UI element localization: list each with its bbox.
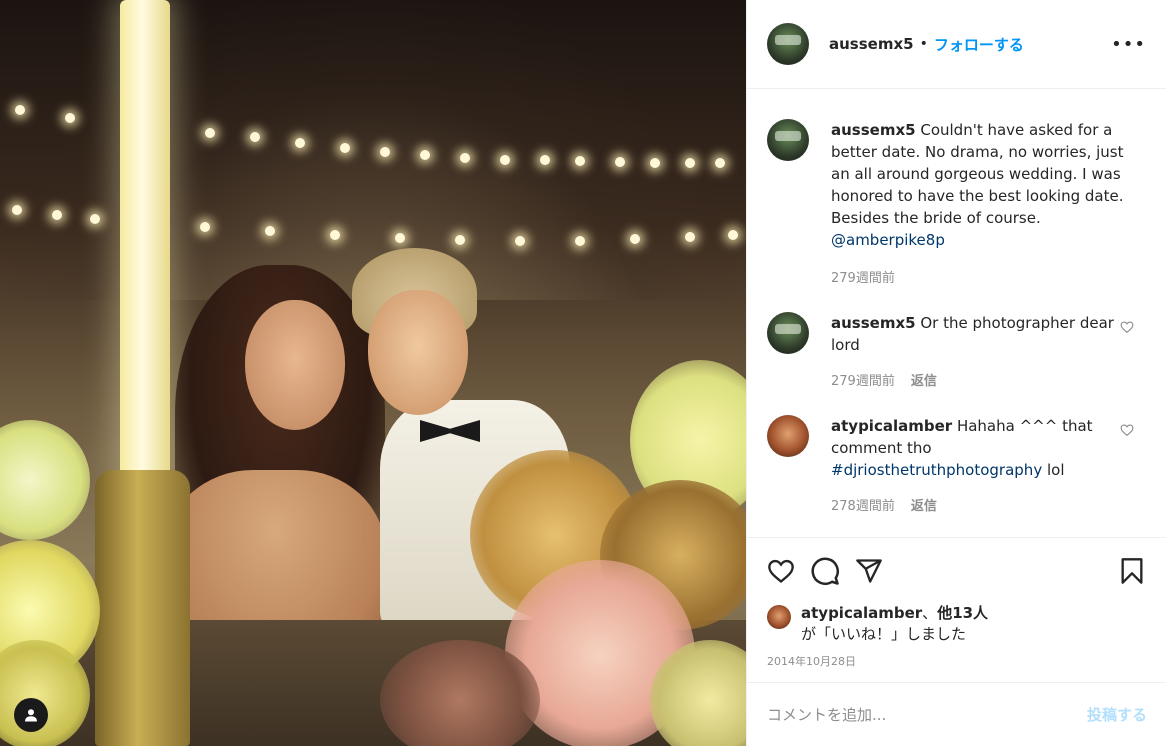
more-options-icon[interactable]: •••: [1111, 34, 1146, 55]
string-light: [250, 132, 260, 142]
string-light: [650, 158, 660, 168]
string-light: [295, 138, 305, 148]
commenter-username[interactable]: atypicalamber: [831, 417, 952, 435]
string-light: [575, 236, 585, 246]
action-bar: [747, 537, 1166, 603]
string-light: [540, 155, 550, 165]
string-light: [90, 214, 100, 224]
share-button[interactable]: [853, 555, 885, 587]
commenter-avatar[interactable]: [767, 312, 809, 354]
reply-button[interactable]: 返信: [911, 370, 937, 389]
post-sidebar: aussemx5 • フォローする ••• aussemx5 Couldn't …: [746, 0, 1166, 746]
string-light: [460, 153, 470, 163]
add-comment-bar: 投稿する: [747, 682, 1166, 746]
comment-input[interactable]: [767, 705, 1087, 724]
string-light: [380, 147, 390, 157]
string-light: [420, 150, 430, 160]
hashtag-link[interactable]: #djriosthetruthphotography: [831, 461, 1042, 479]
string-light: [455, 235, 465, 245]
comments-list[interactable]: aussemx5 Couldn't have asked for a bette…: [747, 89, 1166, 537]
commenter-username[interactable]: aussemx5: [831, 314, 916, 332]
comment-timestamp[interactable]: 279週間前: [831, 267, 895, 286]
caption: aussemx5 Couldn't have asked for a bette…: [767, 119, 1146, 286]
candle: [120, 0, 170, 480]
comment-timestamp[interactable]: 278週間前: [831, 495, 895, 514]
string-light: [685, 232, 695, 242]
likes-separator: 、: [922, 604, 938, 622]
string-light: [12, 205, 22, 215]
user-icon: [25, 709, 37, 722]
string-light: [715, 158, 725, 168]
man-face: [368, 290, 468, 415]
string-light: [395, 233, 405, 243]
follow-button[interactable]: フォローする: [934, 34, 1024, 55]
candle-holder: [95, 470, 190, 746]
string-light: [330, 230, 340, 240]
like-comment-heart-icon[interactable]: [1120, 423, 1134, 437]
string-light: [265, 226, 275, 236]
flower: [0, 420, 90, 540]
likes-others-link[interactable]: 他13人: [937, 604, 988, 622]
save-button[interactable]: [1116, 555, 1148, 587]
commenter-username[interactable]: aussemx5: [831, 121, 916, 139]
string-light: [630, 234, 640, 244]
likes-suffix: が「いいね！」しました: [801, 625, 967, 643]
string-light: [65, 113, 75, 123]
string-light: [200, 222, 210, 232]
string-light: [515, 236, 525, 246]
string-light: [15, 105, 25, 115]
like-comment-heart-icon[interactable]: [1120, 320, 1134, 334]
post-photo[interactable]: [0, 0, 746, 746]
bookmark-icon: [1121, 557, 1143, 584]
comment-item: aussemx5 Or the photographer dear lord 2…: [767, 312, 1146, 389]
mention-link[interactable]: @amberpike8p: [831, 231, 945, 249]
comment-button[interactable]: [809, 555, 841, 587]
liker-avatar[interactable]: [767, 605, 791, 629]
string-light: [500, 155, 510, 165]
post-comment-button[interactable]: 投稿する: [1087, 704, 1147, 725]
commenter-avatar[interactable]: [767, 119, 809, 161]
string-light: [685, 158, 695, 168]
tent-canopy: [0, 0, 746, 300]
liker-username[interactable]: atypicalamber: [801, 604, 922, 622]
comment-item: atypicalamber Hahaha ^^^ that comment th…: [767, 415, 1146, 514]
comment-suffix: lol: [1046, 461, 1065, 479]
author-username[interactable]: aussemx5: [829, 35, 914, 53]
tagged-people-button[interactable]: [14, 698, 48, 732]
like-button[interactable]: [765, 555, 797, 587]
likes-summary: atypicalamber、他13人 が「いいね！」しました: [747, 603, 1166, 645]
commenter-avatar[interactable]: [767, 415, 809, 457]
string-light: [728, 230, 738, 240]
string-light: [340, 143, 350, 153]
separator-dot: •: [919, 36, 928, 52]
post-date[interactable]: 2014年10月28日: [747, 645, 1166, 669]
reply-button[interactable]: 返信: [911, 495, 937, 514]
string-light: [52, 210, 62, 220]
comment-timestamp[interactable]: 279週間前: [831, 370, 895, 389]
string-light: [205, 128, 215, 138]
string-light: [575, 156, 585, 166]
author-avatar[interactable]: [767, 23, 809, 65]
paper-plane-icon: [856, 558, 882, 583]
woman-face: [245, 300, 345, 430]
post-header: aussemx5 • フォローする •••: [747, 0, 1166, 89]
comment-bubble-icon: [811, 556, 839, 585]
string-light: [615, 157, 625, 167]
heart-icon: [768, 559, 794, 583]
